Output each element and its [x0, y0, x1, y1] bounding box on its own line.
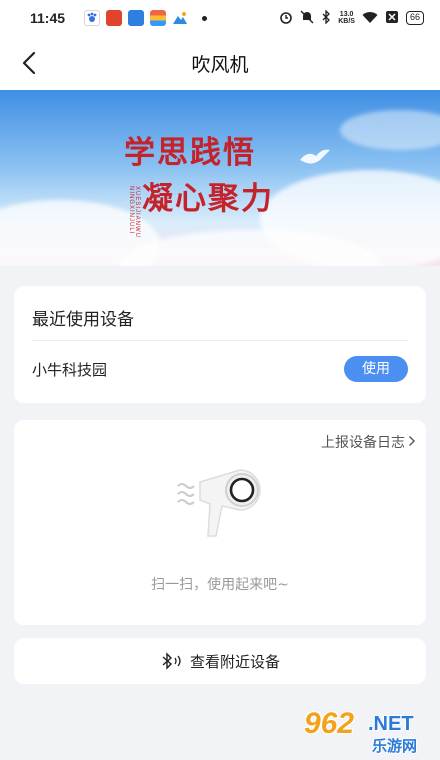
nearby-devices-button[interactable]: 查看附近设备	[14, 638, 426, 684]
app-header: 吹风机	[0, 36, 440, 90]
hair-dryer-icon	[177, 469, 261, 537]
recent-devices-card: 最近使用设备 小牛科技园 使用	[14, 286, 426, 403]
site-watermark: 962 .NET 乐游网	[300, 705, 435, 757]
chevron-right-icon	[409, 436, 415, 446]
status-app-icons	[84, 10, 207, 26]
report-log-link[interactable]: 上报设备日志	[321, 432, 416, 452]
use-button[interactable]: 使用	[344, 356, 408, 382]
wifi-icon	[362, 11, 378, 26]
status-dot	[202, 15, 207, 21]
divider	[32, 340, 408, 341]
device-name: 小牛科技园	[32, 361, 108, 379]
app-mountain-icon	[172, 10, 188, 26]
banner-line-1: 学思践悟	[124, 135, 256, 171]
scan-card: 上报设备日志 扫一扫，使用起来吧~	[14, 420, 426, 625]
banner-pinyin: XUESIJIANWU NINGXINJULI	[128, 186, 140, 239]
chevron-left-icon	[22, 51, 36, 75]
watermark-site: 乐游网	[372, 737, 418, 755]
promo-banner[interactable]: 学思践悟 凝心聚力 XUESIJIANWU NINGXINJULI	[0, 90, 440, 266]
bluetooth-icon	[162, 652, 181, 670]
status-bar: 11:45 13.0 KB/S 66	[0, 0, 440, 36]
app-flag-icon	[150, 10, 166, 26]
banner-slogan: 学思践悟 凝心聚力	[124, 130, 274, 222]
battery-icon: 66	[405, 11, 424, 25]
recent-devices-title: 最近使用设备	[32, 310, 134, 330]
net-speed: 13.0 KB/S	[338, 11, 355, 25]
watermark-number: 962	[304, 707, 355, 740]
back-button[interactable]	[16, 49, 42, 77]
cloud-decoration	[340, 110, 440, 150]
app-red-icon	[106, 10, 122, 26]
sim-off-icon	[385, 10, 399, 26]
net-speed-value: 13.0	[339, 11, 354, 18]
scan-hint: 扫一扫，使用起来吧~	[151, 577, 289, 593]
nearby-devices-label: 查看附近设备	[189, 652, 280, 671]
banner-line-2: 凝心聚力	[142, 181, 274, 217]
bluetooth-icon	[321, 9, 331, 26]
watermark-suffix: .NET	[368, 713, 414, 735]
app-blue-icon	[128, 10, 144, 26]
status-time: 11:45	[30, 10, 66, 26]
net-speed-unit: KB/S	[338, 18, 355, 25]
mute-icon	[300, 10, 314, 26]
page-title: 吹风机	[191, 53, 249, 76]
dove-icon	[300, 149, 330, 164]
battery-level: 66	[409, 12, 420, 22]
alarm-icon	[279, 10, 293, 26]
app-paw-icon	[84, 10, 100, 26]
report-log-label: 上报设备日志	[321, 435, 405, 451]
status-system-icons: 13.0 KB/S 66	[279, 9, 424, 26]
